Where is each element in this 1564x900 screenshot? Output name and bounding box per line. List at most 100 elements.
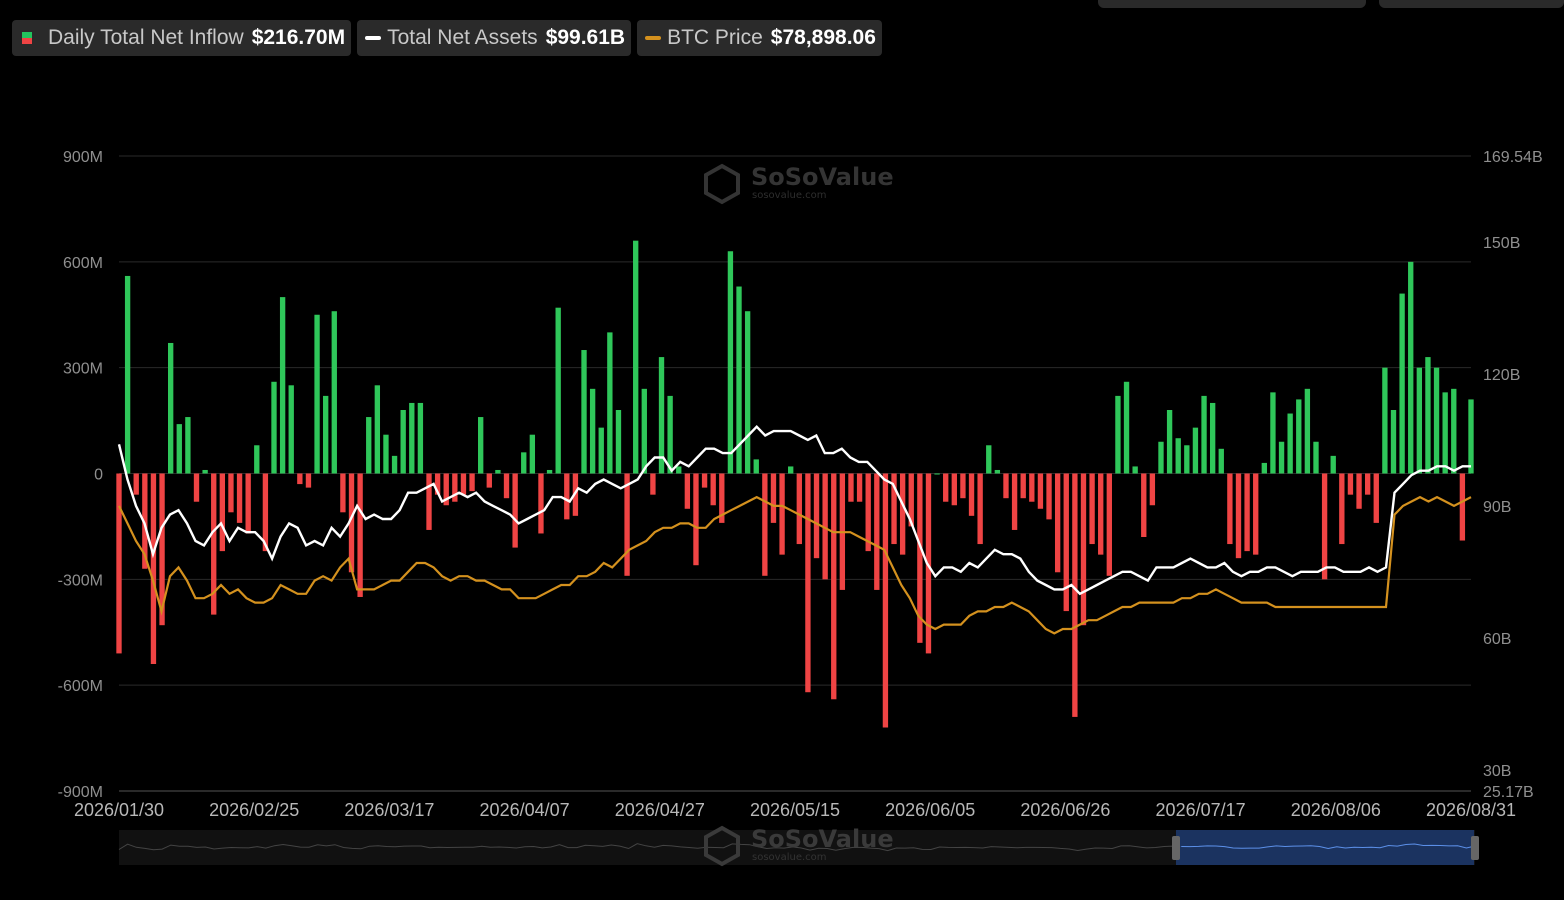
inflow-bar[interactable] xyxy=(1072,473,1078,717)
inflow-bar[interactable] xyxy=(1132,466,1138,474)
inflow-bar[interactable] xyxy=(1373,473,1379,523)
inflow-bar[interactable] xyxy=(478,417,484,474)
inflow-bar[interactable] xyxy=(951,473,957,506)
inflow-bar[interactable] xyxy=(1037,473,1044,509)
inflow-bar[interactable] xyxy=(546,469,553,474)
inflow-bar[interactable] xyxy=(1020,473,1026,499)
inflow-bar[interactable] xyxy=(899,473,906,555)
inflow-bar[interactable] xyxy=(874,473,880,590)
inflow-bar[interactable] xyxy=(150,473,157,665)
inflow-bar[interactable] xyxy=(934,473,940,475)
inflow-bar[interactable] xyxy=(185,417,191,474)
inflow-bar[interactable] xyxy=(1330,455,1336,474)
inflow-bar[interactable] xyxy=(1339,473,1345,545)
inflow-bar[interactable] xyxy=(1382,367,1388,474)
inflow-bar[interactable] xyxy=(288,385,294,474)
inflow-bar[interactable] xyxy=(1442,392,1448,474)
inflow-bar[interactable] xyxy=(1098,473,1104,555)
inflow-bar[interactable] xyxy=(1011,473,1018,530)
inflow-bar[interactable] xyxy=(503,473,510,499)
inflow-bar[interactable] xyxy=(1390,410,1397,474)
inflow-bar[interactable] xyxy=(589,388,596,474)
inflow-bar[interactable] xyxy=(1235,473,1242,559)
inflow-bar[interactable] xyxy=(116,473,122,654)
inflow-bar[interactable] xyxy=(779,473,785,555)
inflow-bar[interactable] xyxy=(245,473,251,534)
inflow-bar[interactable] xyxy=(1261,462,1267,474)
inflow-bar[interactable] xyxy=(331,311,337,474)
inflow-bar[interactable] xyxy=(1433,367,1440,474)
inflow-bar[interactable] xyxy=(176,424,182,474)
inflow-bar[interactable] xyxy=(1227,473,1233,545)
inflow-bar[interactable] xyxy=(1123,381,1130,474)
inflow-bar[interactable] xyxy=(1278,441,1285,474)
inflow-bar[interactable] xyxy=(753,459,759,474)
inflow-bar[interactable] xyxy=(1425,357,1431,474)
inflow-bar[interactable] xyxy=(374,385,381,474)
inflow-bar[interactable] xyxy=(1046,473,1052,520)
inflow-bar[interactable] xyxy=(1416,367,1423,474)
inflow-bar[interactable] xyxy=(727,251,734,474)
inflow-bar[interactable] xyxy=(409,402,415,474)
inflow-bar[interactable] xyxy=(1244,473,1250,552)
inflow-bar[interactable] xyxy=(1115,395,1121,474)
inflow-bar[interactable] xyxy=(667,395,673,474)
inflow-bar[interactable] xyxy=(1364,473,1371,495)
inflow-bar[interactable] xyxy=(607,332,613,474)
inflow-bar[interactable] xyxy=(1141,473,1147,538)
inflow-bar[interactable] xyxy=(986,445,992,474)
flow-chart[interactable]: SoSoValue sosovalue.com 900M 600M 300M 0 -30… xyxy=(0,0,1564,900)
inflow-bar[interactable] xyxy=(1408,261,1414,474)
inflow-bar[interactable] xyxy=(1063,473,1069,612)
inflow-bar[interactable] xyxy=(305,473,312,488)
inflow-bar[interactable] xyxy=(495,469,501,474)
inflow-bar[interactable] xyxy=(796,473,802,545)
inflow-bar[interactable] xyxy=(615,410,622,474)
inflow-bar[interactable] xyxy=(1209,402,1216,474)
inflow-bar[interactable] xyxy=(236,473,243,523)
inflow-bar[interactable] xyxy=(383,434,389,474)
inflow-bar[interactable] xyxy=(1296,399,1302,474)
inflow-bar[interactable] xyxy=(1089,473,1095,545)
inflow-bar[interactable] xyxy=(1451,388,1457,474)
inflow-bar[interactable] xyxy=(960,473,966,499)
inflow-bar[interactable] xyxy=(564,473,570,520)
inflow-bar[interactable] xyxy=(254,445,260,474)
inflow-bar[interactable] xyxy=(658,357,665,474)
inflow-bar[interactable] xyxy=(676,466,682,474)
inflow-bar[interactable] xyxy=(1184,445,1190,474)
inflow-bar[interactable] xyxy=(271,381,277,474)
inflow-bar[interactable] xyxy=(977,473,983,545)
inflow-bar[interactable] xyxy=(1080,473,1087,626)
inflow-bar[interactable] xyxy=(452,473,458,502)
inflow-bar[interactable] xyxy=(1201,395,1207,474)
inflow-bar[interactable] xyxy=(512,473,518,548)
inflow-bar[interactable] xyxy=(693,473,699,566)
inflow-bar[interactable] xyxy=(633,240,639,474)
inflow-bar[interactable] xyxy=(297,473,303,485)
inflow-bar[interactable] xyxy=(581,350,587,474)
inflow-bar[interactable] xyxy=(1158,441,1164,474)
inflow-bar[interactable] xyxy=(279,297,286,474)
inflow-bar[interactable] xyxy=(770,473,777,523)
inflow-bar[interactable] xyxy=(650,473,656,495)
inflow-bar[interactable] xyxy=(133,473,139,495)
inflow-bar[interactable] xyxy=(701,473,708,488)
inflow-bar[interactable] xyxy=(856,473,863,502)
inflow-bar[interactable] xyxy=(555,307,561,474)
inflow-bar[interactable] xyxy=(598,427,604,474)
inflow-bar[interactable] xyxy=(323,395,329,474)
inflow-bar[interactable] xyxy=(521,452,527,474)
inflow-bar[interactable] xyxy=(968,473,975,516)
inflow-bar[interactable] xyxy=(684,473,691,509)
inflow-bar[interactable] xyxy=(994,469,1001,474)
inflow-bar[interactable] xyxy=(1347,473,1354,495)
inflow-bar[interactable] xyxy=(340,473,346,513)
inflow-bar[interactable] xyxy=(1253,473,1259,555)
inflow-bar[interactable] xyxy=(529,434,536,474)
inflow-bar[interactable] xyxy=(366,417,372,474)
inflow-bar[interactable] xyxy=(469,473,475,492)
inflow-bar[interactable] xyxy=(357,473,363,597)
inflow-bar[interactable] xyxy=(882,473,889,728)
inflow-bar[interactable] xyxy=(813,473,820,559)
